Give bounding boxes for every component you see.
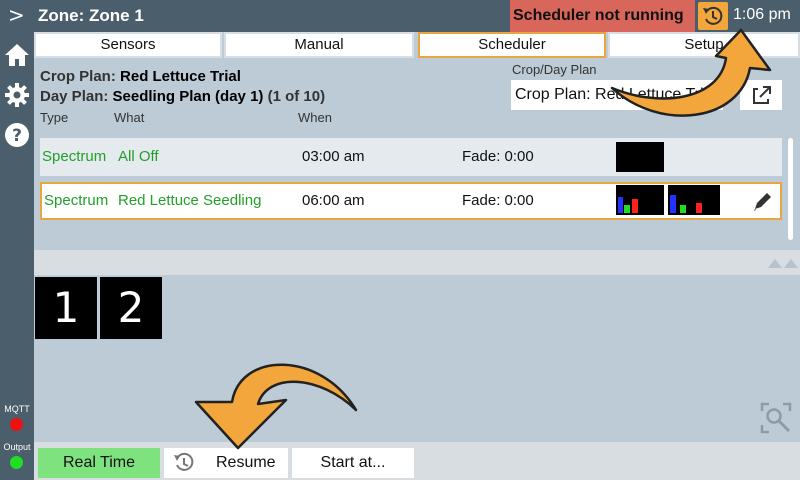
- arrow-to-refresh: [610, 28, 772, 117]
- tutorial-arrows-overlay: [194, 28, 772, 450]
- arrow-to-resume: [194, 363, 358, 450]
